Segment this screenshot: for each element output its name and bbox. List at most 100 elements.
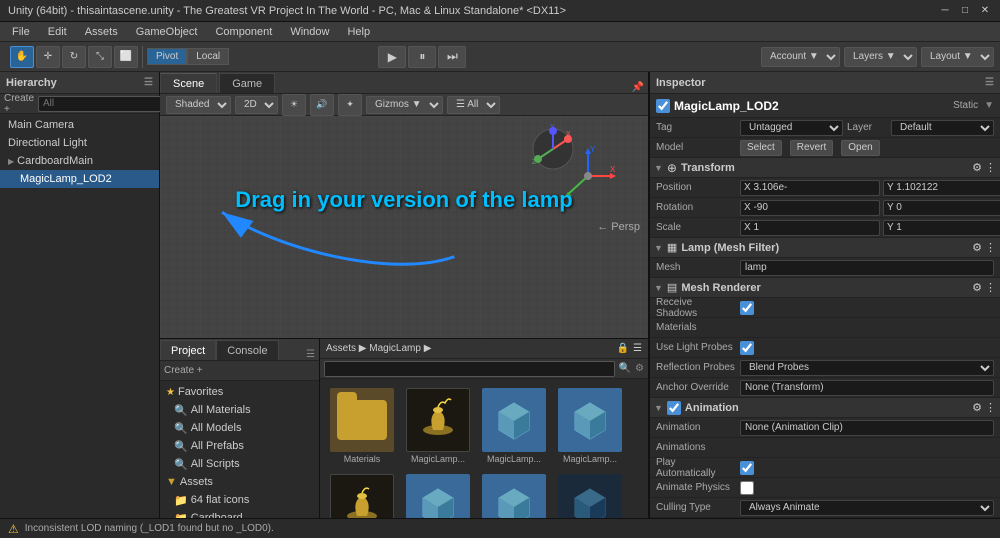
settings-icon[interactable]: ⚙ (972, 401, 982, 414)
flat-icons-item[interactable]: 📁 64 flat icons (160, 491, 319, 509)
console-tab[interactable]: Console (216, 340, 278, 360)
animation-icons: ⚙ ⋮ (972, 401, 996, 414)
menu-item-help[interactable]: Help (339, 24, 378, 40)
more-icon[interactable]: ⋮ (985, 161, 996, 174)
animation-clip-field[interactable] (740, 420, 994, 436)
toolbar-right: Account ▼ Layers ▼ Layout ▼ (761, 47, 994, 67)
center-area: Scene Game 📌 Shaded 2D ☀ 🔊 ✦ Gizmos ▼ ☰ … (160, 72, 650, 538)
all-scripts-item[interactable]: 🔍 All Scripts (160, 455, 319, 473)
hand-tool-button[interactable]: ✋ (10, 46, 34, 68)
folder-thumbnail (330, 388, 394, 452)
rotation-x-field[interactable] (740, 200, 880, 216)
game-tab[interactable]: Game (219, 73, 275, 93)
hierarchy-item-magiclamp-lod2[interactable]: MagicLamp_LOD2 (0, 170, 159, 188)
2d-select[interactable]: 2D (235, 96, 278, 114)
shaded-select[interactable]: Shaded (166, 96, 231, 114)
assets-folder[interactable]: ▼ Assets (160, 473, 319, 491)
rect-tool-button[interactable]: ⬜ (114, 46, 138, 68)
mesh-filter-icon: ▦ (667, 241, 677, 254)
window-controls: ─ □ ✕ (938, 4, 992, 18)
maximize-button[interactable]: □ (958, 4, 972, 18)
mesh-label: Mesh (656, 262, 736, 273)
play-button[interactable]: ▶ (378, 46, 406, 68)
rotate-tool-button[interactable]: ↻ (62, 46, 86, 68)
position-label: Position (656, 182, 736, 193)
warning-icon: ⚠ (8, 522, 19, 536)
local-button[interactable]: Local (187, 48, 229, 65)
animation-section[interactable]: ▼ Animation ⚙ ⋮ (650, 398, 1000, 418)
animation-enabled-checkbox[interactable] (667, 401, 681, 415)
magiclamp-blue-asset-2[interactable]: MagicLamp... (554, 385, 626, 467)
play-auto-checkbox[interactable] (740, 461, 754, 475)
account-select[interactable]: Account ▼ (761, 47, 840, 67)
menu-item-gameobject[interactable]: GameObject (128, 24, 206, 40)
magiclamp-blue-asset-1[interactable]: MagicLamp... (478, 385, 550, 467)
all-models-item[interactable]: 🔍 All Models (160, 419, 319, 437)
object-enabled-checkbox[interactable] (656, 99, 670, 113)
asset-search-input[interactable] (324, 361, 615, 377)
magiclamp-gold-asset[interactable]: MagicLamp... (402, 385, 474, 467)
pause-button[interactable]: ⏸ (408, 46, 436, 68)
menu-item-component[interactable]: Component (207, 24, 280, 40)
lock-icon: 🔒 (617, 343, 629, 354)
layout-select[interactable]: Layout ▼ (921, 47, 994, 67)
effects-button[interactable]: ✦ (338, 94, 362, 116)
close-button[interactable]: ✕ (978, 4, 992, 18)
reflection-probes-select[interactable]: Blend Probes (740, 360, 994, 376)
pivot-button[interactable]: Pivot (147, 48, 187, 65)
scale-x-field[interactable] (740, 220, 880, 236)
settings-icon[interactable]: ⚙ (972, 281, 982, 294)
transform-section[interactable]: ▼ ⊕ Transform ⚙ ⋮ (650, 158, 1000, 178)
animate-physics-checkbox[interactable] (740, 481, 754, 495)
scene-tab[interactable]: Scene (160, 73, 217, 93)
scale-tool-button[interactable]: ⤡ (88, 46, 112, 68)
materials-asset[interactable]: Materials (326, 385, 398, 467)
static-dropdown-icon[interactable]: ▼ (984, 100, 994, 111)
favorites-folder[interactable]: ★ Favorites (160, 383, 319, 401)
model-select-button[interactable]: Select (740, 140, 782, 156)
console-tab-label: Console (227, 345, 267, 357)
menu-item-window[interactable]: Window (282, 24, 337, 40)
mesh-value-field[interactable] (740, 260, 994, 276)
lights-button[interactable]: ☀ (282, 94, 306, 116)
hierarchy-item-cardboard-main[interactable]: ▶ CardboardMain (0, 152, 159, 170)
all-prefabs-item[interactable]: 🔍 All Prefabs (160, 437, 319, 455)
anchor-override-field[interactable] (740, 380, 994, 396)
hierarchy-create-label[interactable]: Create + (4, 93, 34, 115)
settings-icon[interactable]: ⚙ (972, 161, 982, 174)
scale-y-field[interactable] (883, 220, 1000, 236)
minimize-button[interactable]: ─ (938, 4, 952, 18)
hierarchy-item-directional-light[interactable]: Directional Light (0, 134, 159, 152)
tag-select[interactable]: Untagged (740, 120, 843, 136)
hierarchy-search-input[interactable] (38, 96, 180, 112)
gizmos-all-select[interactable]: ☰ All (447, 96, 500, 114)
hierarchy-item-main-camera[interactable]: Main Camera (0, 116, 159, 134)
move-tool-button[interactable]: ✛ (36, 46, 60, 68)
more-icon[interactable]: ⋮ (985, 401, 996, 414)
project-tab[interactable]: Project (160, 340, 216, 360)
all-materials-item[interactable]: 🔍 All Materials (160, 401, 319, 419)
more-icon[interactable]: ⋮ (985, 281, 996, 294)
more-icon[interactable]: ⋮ (985, 241, 996, 254)
revert-button[interactable]: Revert (790, 140, 833, 156)
menu-item-file[interactable]: File (4, 24, 38, 40)
mesh-filter-section[interactable]: ▼ ▦ Lamp (Mesh Filter) ⚙ ⋮ (650, 238, 1000, 258)
position-x-field[interactable] (740, 180, 880, 196)
settings-icon[interactable]: ⚙ (972, 241, 982, 254)
scene-view[interactable]: ← Persp Y X Z (160, 116, 648, 338)
step-button[interactable]: ⏭ (438, 46, 466, 68)
menu-item-assets[interactable]: Assets (77, 24, 126, 40)
open-button[interactable]: Open (841, 140, 879, 156)
layers-select[interactable]: Layers ▼ (844, 47, 917, 67)
rotation-y-field[interactable] (883, 200, 1000, 216)
layer-select[interactable]: Default (891, 120, 994, 136)
use-light-probes-checkbox[interactable] (740, 341, 754, 355)
gizmos-select[interactable]: Gizmos ▼ (366, 96, 443, 114)
receive-shadows-checkbox[interactable] (740, 301, 754, 315)
culling-type-select[interactable]: Always Animate (740, 500, 994, 516)
position-y-field[interactable] (883, 180, 1000, 196)
audio-button[interactable]: 🔊 (310, 94, 334, 116)
mesh-renderer-section[interactable]: ▼ ▤ Mesh Renderer ⚙ ⋮ (650, 278, 1000, 298)
project-create-label[interactable]: Create + (164, 365, 203, 376)
menu-item-edit[interactable]: Edit (40, 24, 75, 40)
